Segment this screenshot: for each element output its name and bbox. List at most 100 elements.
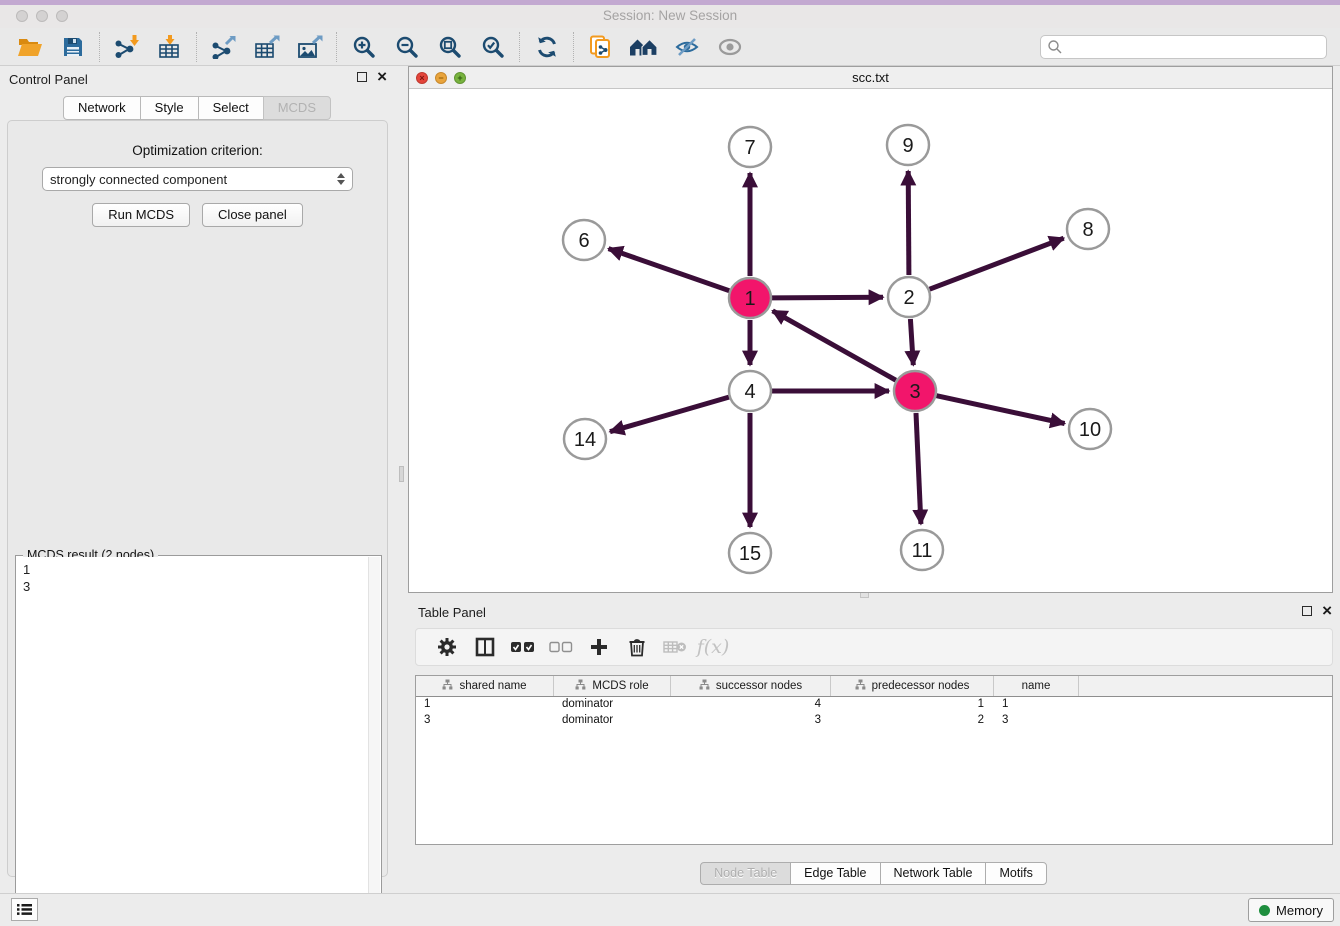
tab-select[interactable]: Select — [198, 96, 264, 120]
node-2[interactable]: 2 — [888, 277, 930, 317]
node-10[interactable]: 10 — [1069, 409, 1111, 449]
svg-text:6: 6 — [578, 230, 589, 252]
zoom-selected-icon[interactable] — [471, 30, 514, 64]
svg-text:3: 3 — [909, 381, 920, 403]
control-panel-tabs: NetworkStyleSelectMCDS — [0, 96, 395, 120]
column-header-MCDS-role[interactable]: MCDS role — [554, 676, 671, 696]
tab-edge-table[interactable]: Edge Table — [790, 862, 880, 885]
table-panel: Table Panel × f(x) shared nameMCDS rol — [408, 600, 1340, 893]
status-bar: Memory — [0, 893, 1340, 926]
float-panel-icon[interactable] — [1302, 606, 1312, 616]
edge-3-1[interactable] — [773, 311, 896, 380]
column-header-name[interactable]: name — [994, 676, 1079, 696]
node-7[interactable]: 7 — [729, 127, 771, 167]
export-network-icon[interactable] — [202, 30, 245, 64]
criterion-select[interactable]: strongly connected component — [42, 167, 353, 191]
splitter-grip[interactable] — [399, 466, 404, 482]
select-spinner-icon — [337, 173, 345, 185]
node-15[interactable]: 15 — [729, 533, 771, 573]
cell-successor-nodes: 4 — [671, 697, 831, 713]
table-panel-tabs: Node TableEdge TableNetwork TableMotifs — [408, 862, 1340, 885]
edge-2-3[interactable] — [910, 319, 913, 365]
clone-network-icon[interactable] — [579, 30, 622, 64]
column-label: name — [1022, 680, 1051, 692]
tab-network-table[interactable]: Network Table — [880, 862, 987, 885]
criterion-select-value: strongly connected component — [50, 172, 337, 187]
zoom-fit-icon[interactable] — [428, 30, 471, 64]
search-input[interactable] — [1063, 37, 1326, 57]
node-1[interactable]: 1 — [729, 278, 771, 318]
node-14[interactable]: 14 — [564, 419, 606, 459]
node-8[interactable]: 8 — [1067, 209, 1109, 249]
edge-1-2[interactable] — [772, 297, 883, 298]
network-window-titlebar: × − + scc.txt — [409, 67, 1332, 89]
column-label: shared name — [459, 680, 526, 692]
table-panel-title: Table Panel — [418, 605, 486, 620]
result-scrollbar[interactable] — [368, 557, 380, 926]
edge-4-14[interactable] — [610, 397, 729, 432]
table-row[interactable]: 1dominator411 — [416, 697, 1332, 713]
export-image-icon[interactable] — [288, 30, 331, 64]
tab-network[interactable]: Network — [63, 96, 141, 120]
edge-3-10[interactable] — [937, 396, 1065, 424]
list-icon — [17, 903, 32, 916]
node-11[interactable]: 11 — [901, 530, 943, 570]
import-network-icon[interactable] — [105, 30, 148, 64]
select-all-columns-icon[interactable] — [504, 632, 542, 662]
close-panel-icon[interactable]: × — [1322, 605, 1332, 617]
tab-mcds[interactable]: MCDS — [263, 96, 331, 120]
refresh-icon[interactable] — [525, 30, 568, 64]
run-mcds-button[interactable]: Run MCDS — [92, 203, 190, 227]
memory-button[interactable]: Memory — [1248, 898, 1334, 922]
tab-node-table[interactable]: Node Table — [700, 862, 791, 885]
import-table-icon[interactable] — [148, 30, 191, 64]
task-history-button[interactable] — [11, 898, 38, 921]
cell-MCDS-role: dominator — [554, 697, 671, 713]
column-label: predecessor nodes — [872, 680, 970, 692]
node-4[interactable]: 4 — [729, 371, 771, 411]
horizontal-splitter[interactable] — [408, 593, 1340, 600]
search-icon — [1047, 39, 1063, 55]
node-table-body: 1dominator4113dominator323 — [416, 697, 1332, 729]
svg-text:4: 4 — [744, 381, 755, 403]
close-panel-button[interactable]: Close panel — [202, 203, 303, 227]
save-session-icon[interactable] — [51, 30, 94, 64]
zoom-out-icon[interactable] — [385, 30, 428, 64]
edge-2-9[interactable] — [908, 171, 909, 275]
show-graphics-icon[interactable] — [708, 30, 751, 64]
float-panel-icon[interactable] — [357, 72, 367, 82]
first-neighbors-icon[interactable] — [622, 30, 665, 64]
column-layout-icon[interactable] — [466, 632, 504, 662]
mcds-result-group: MCDS result (2 nodes) 13 — [15, 555, 382, 926]
export-table-icon[interactable] — [245, 30, 288, 64]
cell-successor-nodes: 3 — [671, 713, 831, 729]
column-header-successor-nodes[interactable]: successor nodes — [671, 676, 831, 696]
edge-3-11[interactable] — [916, 413, 921, 524]
network-graph: 7 9 6 8 1 2 4 3 14 10 15 11 — [409, 89, 1332, 592]
network-canvas[interactable]: 7 9 6 8 1 2 4 3 14 10 15 11 — [409, 89, 1332, 592]
node-9[interactable]: 9 — [887, 125, 929, 165]
mcds-result-list[interactable]: 13 — [17, 557, 368, 926]
tab-style[interactable]: Style — [140, 96, 199, 120]
add-column-icon[interactable] — [580, 632, 618, 662]
close-panel-icon[interactable]: × — [377, 71, 387, 83]
node-3[interactable]: 3 — [894, 371, 936, 411]
node-6[interactable]: 6 — [563, 220, 605, 260]
control-panel: Control Panel × NetworkStyleSelectMCDS O… — [0, 66, 395, 880]
hide-details-icon[interactable] — [665, 30, 708, 64]
cell-predecessor-nodes: 2 — [831, 713, 994, 729]
vertical-splitter[interactable] — [395, 66, 408, 880]
column-header-shared-name[interactable]: shared name — [416, 676, 554, 696]
table-settings-icon[interactable] — [428, 632, 466, 662]
zoom-in-icon[interactable] — [342, 30, 385, 64]
tab-motifs[interactable]: Motifs — [985, 862, 1046, 885]
delete-column-icon[interactable] — [618, 632, 656, 662]
table-row[interactable]: 3dominator323 — [416, 713, 1332, 729]
open-session-icon[interactable] — [8, 30, 51, 64]
svg-text:1: 1 — [744, 288, 755, 310]
deselect-all-columns-icon[interactable] — [542, 632, 580, 662]
column-header-predecessor-nodes[interactable]: predecessor nodes — [831, 676, 994, 696]
main-toolbar — [0, 28, 1340, 66]
edge-1-6[interactable] — [609, 249, 730, 291]
edge-2-8[interactable] — [930, 238, 1064, 289]
